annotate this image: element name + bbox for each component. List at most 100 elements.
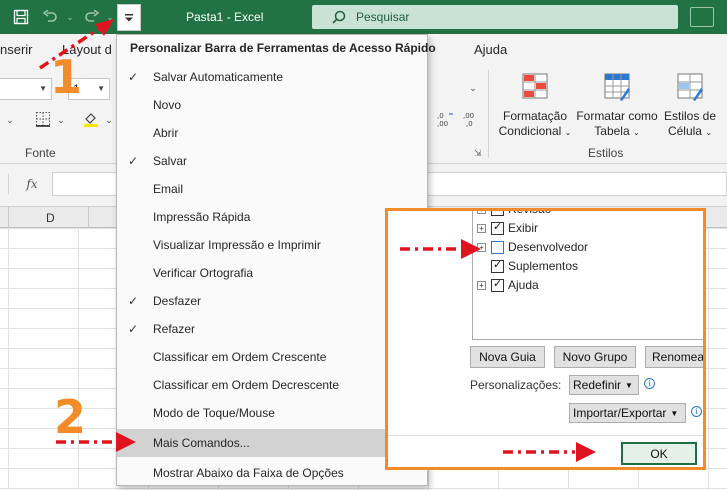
check-icon: ✓ (493, 277, 503, 290)
menu-item-mostrar-abaixo[interactable]: Mostrar Abaixo da Faixa de Opções (117, 459, 427, 487)
checkbox-desenvolvedor[interactable] (491, 240, 504, 254)
group-separator (488, 70, 489, 158)
expand-icon[interactable]: + (477, 211, 486, 214)
checkbox-ajuda[interactable]: ✓ (491, 277, 504, 292)
menu-item-email[interactable]: Email (117, 175, 427, 203)
tree-label: Revisão (508, 208, 552, 216)
tab-inserir[interactable]: nserir (0, 42, 33, 57)
menu-item-label: Novo (153, 98, 182, 112)
menu-title: Personalizar Barra de Ferramentas de Ace… (130, 41, 436, 55)
chevron-down-icon[interactable]: ⌄ (103, 110, 115, 130)
search-box[interactable]: Pesquisar (312, 5, 678, 29)
tab-ajuda[interactable]: Ajuda (474, 42, 507, 57)
tree-row-revisao[interactable]: + ✓ Revisão (477, 208, 552, 218)
menu-item-classificar-crescente[interactable]: Classificar em Ordem Crescente (117, 343, 427, 371)
conditional-formatting-line2: Condicional (498, 124, 562, 138)
ok-button[interactable]: OK (621, 442, 697, 465)
menu-item-label: Salvar Automaticamente (153, 70, 284, 84)
expand-icon[interactable]: + (477, 280, 486, 290)
chevron-down-icon[interactable]: ⌄ (466, 78, 480, 98)
customize-qat-button[interactable] (117, 4, 141, 31)
menu-item-salvar-automaticamente[interactable]: ✓ Salvar Automaticamente (117, 63, 427, 91)
menu-item-modo-toque-mouse[interactable]: Modo de Toque/Mouse (117, 399, 427, 427)
insert-function-button[interactable]: fx (18, 173, 46, 195)
svg-text:,0: ,0 (437, 112, 444, 120)
expand-icon[interactable]: + (477, 242, 486, 252)
borders-button[interactable] (32, 108, 54, 130)
menu-item-classificar-decrescente[interactable]: Classificar em Ordem Decrescente (117, 371, 427, 399)
step-number-1: 1 (50, 50, 83, 104)
tree-label: Suplementos (508, 259, 579, 273)
cell-styles-line1: Estilos de (663, 109, 717, 123)
format-as-table-line2: Tabela (594, 124, 630, 138)
menu-item-novo[interactable]: Novo (117, 91, 427, 119)
chevron-down-icon: ▼ (97, 84, 105, 93)
checkbox-exibir[interactable]: ✓ (491, 221, 504, 235)
tree-row-suplementos[interactable]: ✓ Suplementos (477, 257, 578, 275)
menu-item-label: Mais Comandos... (153, 436, 250, 450)
menu-item-abrir[interactable]: Abrir (117, 119, 427, 147)
new-group-button[interactable]: Novo Grupo (554, 346, 636, 368)
column-separator (8, 207, 9, 229)
column-header-d[interactable]: D (46, 211, 55, 225)
search-icon (332, 10, 346, 24)
menu-item-label: Mostrar Abaixo da Faixa de Opções (153, 466, 344, 480)
dialog-launcher-icon[interactable]: ⇲ (474, 148, 482, 159)
tree-row-desenvolvedor[interactable]: + Desenvolvedor (477, 238, 588, 256)
tree-row-exibir[interactable]: + ✓ Exibir (477, 219, 538, 237)
menu-item-impressao-rapida[interactable]: Impressão Rápida (117, 203, 427, 231)
account-button[interactable] (690, 7, 714, 27)
undo-dropdown-icon[interactable]: ⌄ (60, 7, 80, 27)
conditional-formatting-icon (522, 73, 548, 99)
chevron-down-icon: ⌄ (633, 128, 640, 137)
column-separator (88, 207, 89, 229)
check-icon: ✓ (493, 211, 502, 214)
menu-item-salvar[interactable]: ✓ Salvar (117, 147, 427, 175)
chevron-down-icon: ▼ (625, 381, 633, 391)
menu-item-verificar-ortografia[interactable]: Verificar Ortografia (117, 259, 427, 287)
font-name-combo[interactable]: ▼ (0, 78, 52, 100)
new-tab-button[interactable]: Nova Guia (470, 346, 545, 368)
menu-item-mais-comandos[interactable]: Mais Comandos... (117, 429, 427, 457)
format-as-table-icon (604, 73, 630, 101)
import-export-dropdown[interactable]: Importar/Exportar ▼ (569, 403, 686, 423)
menu-item-label: Abrir (153, 126, 179, 140)
conditional-formatting-button[interactable]: Formatação Condicional ⌄ (492, 72, 578, 140)
menu-item-visualizar-impressao[interactable]: Visualizar Impressão e Imprimir (117, 231, 427, 259)
checkbox-revisao[interactable]: ✓ (491, 211, 504, 216)
customize-qat-dropdown-icon (125, 13, 133, 21)
increase-decimal-button[interactable]: ,0,00 (436, 108, 456, 130)
cell-styles-button[interactable]: Estilos de Célula ⌄ (652, 72, 727, 140)
svg-text:,00: ,00 (463, 112, 474, 120)
menu-item-label: Desfazer (153, 294, 202, 308)
reset-dropdown[interactable]: Redefinir ▼ (569, 375, 639, 395)
borders-icon (36, 112, 50, 127)
check-icon: ✓ (128, 70, 139, 84)
expand-icon[interactable]: + (477, 223, 486, 233)
tree-label: Exibir (508, 221, 539, 235)
menu-item-label: Classificar em Ordem Decrescente (153, 378, 340, 392)
menu-item-desfazer[interactable]: ✓ Desfazer (117, 287, 427, 315)
redo-icon[interactable] (82, 7, 102, 27)
fill-color-button[interactable] (80, 108, 102, 130)
chevron-down-icon[interactable]: ⌄ (55, 110, 67, 130)
svg-text:,00: ,00 (437, 120, 448, 127)
menu-item-label: Refazer (153, 322, 196, 336)
tree-label: Desenvolvedor (508, 240, 589, 254)
format-as-table-button[interactable]: Formatar como Tabela ⌄ (574, 72, 660, 140)
decrease-decimal-button[interactable]: ,00,0 (462, 108, 482, 130)
customizations-label: Personalizações: (470, 378, 562, 392)
save-icon[interactable] (11, 7, 31, 27)
checkbox-suplementos[interactable]: ✓ (491, 259, 504, 273)
ribbon-tabs-tree[interactable]: + ✓ Revisão + ✓ Exibir + Desenvolvedor ✓… (472, 208, 703, 340)
tree-row-ajuda[interactable]: + ✓ Ajuda (477, 276, 539, 294)
rename-button[interactable]: Renomear... (645, 346, 703, 368)
undo-icon[interactable] (40, 7, 60, 27)
step-number-2: 2 (54, 390, 87, 444)
tree-label: Ajuda (508, 278, 539, 292)
menu-item-refazer[interactable]: ✓ Refazer (117, 315, 427, 343)
chevron-down-icon[interactable]: ⌄ (0, 110, 20, 130)
chevron-down-icon: ▼ (670, 409, 679, 419)
customize-qat-menu: Personalizar Barra de Ferramentas de Ace… (116, 34, 436, 487)
expand-placeholder (477, 261, 486, 271)
